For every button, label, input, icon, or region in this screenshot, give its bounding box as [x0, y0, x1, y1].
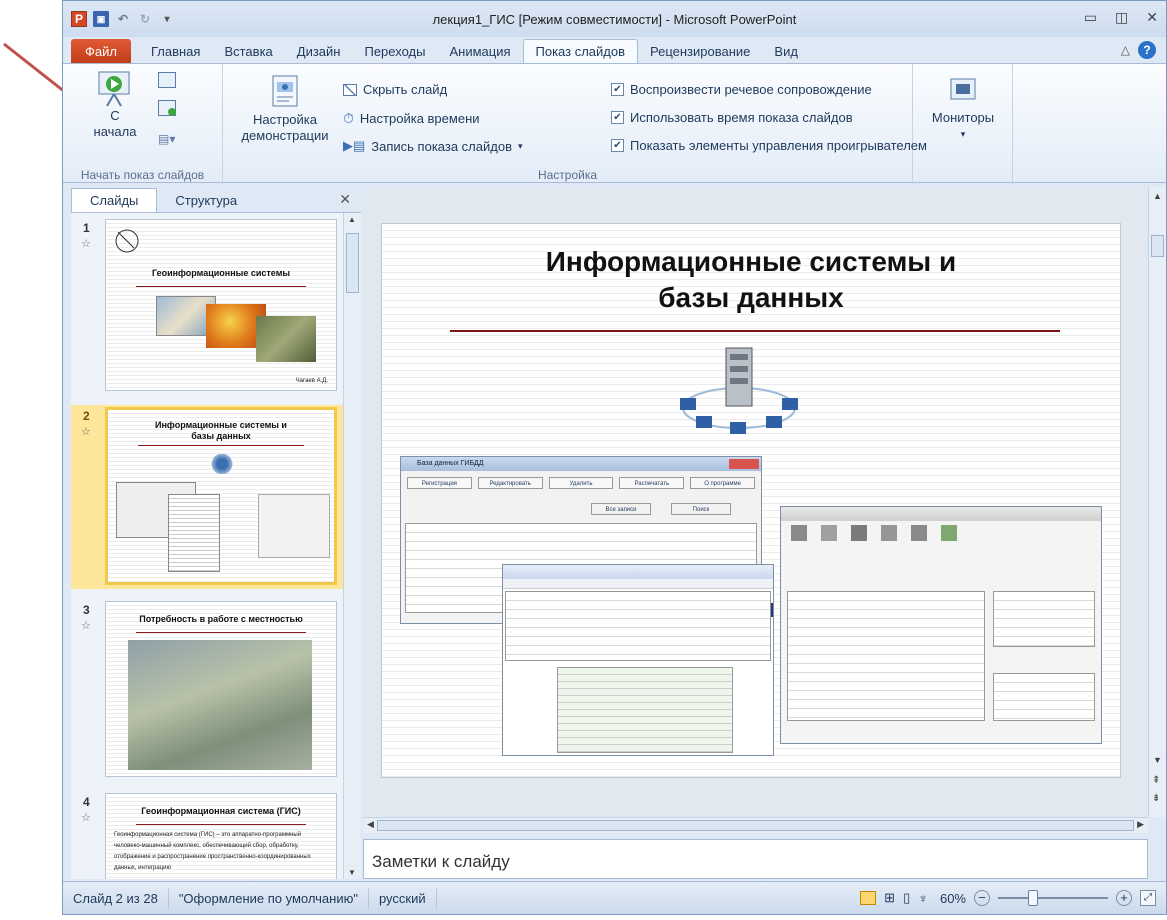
app-window-screenshot[interactable] — [502, 564, 774, 756]
tab-review[interactable]: Рецензирование — [638, 39, 762, 63]
tab-design[interactable]: Дизайн — [285, 39, 353, 63]
tab-home[interactable]: Главная — [139, 39, 212, 63]
slide-title[interactable]: Информационные системы и базы данных — [382, 244, 1120, 316]
from-current-slide-icon[interactable] — [158, 72, 176, 88]
slide-thumbnail-4[interactable]: 4 ☆ Геоинформационная система (ГИС) Геои… — [71, 791, 343, 879]
normal-view-icon[interactable] — [860, 891, 877, 905]
broadcast-icon[interactable] — [158, 100, 176, 116]
maximize-icon[interactable]: ◫ — [1115, 9, 1128, 26]
tab-slide-show[interactable]: Показ слайдов — [522, 39, 639, 63]
fit-to-window-icon[interactable]: ⤢ — [1140, 890, 1156, 906]
help-icon[interactable]: ? — [1138, 41, 1156, 59]
title-bar: P ▣ ↶ ↻ ▾ лекция1_ГИС [Режим совместимос… — [63, 1, 1166, 37]
tab-insert[interactable]: Вставка — [212, 39, 284, 63]
previous-slide-icon[interactable]: ⇞ — [1152, 775, 1160, 786]
close-icon[interactable]: ✕ — [1146, 9, 1158, 26]
collapse-ribbon-icon[interactable]: △ — [1121, 43, 1130, 57]
zoom-slider-thumb[interactable] — [1028, 890, 1038, 906]
database-network-image[interactable] — [674, 342, 804, 438]
slide-editor: Информационные системы и базы данных Баз… — [363, 187, 1148, 817]
checkbox-icon: ✔ — [611, 139, 624, 152]
satellite-icon — [115, 229, 139, 253]
setup-show-icon — [272, 75, 298, 107]
monitor-icon — [950, 78, 976, 100]
zoom-level[interactable]: 60% — [940, 891, 966, 906]
from-start-button[interactable]: С начала — [87, 70, 143, 140]
network-image — [208, 454, 236, 474]
hide-slide-button[interactable]: Скрыть слайд — [343, 82, 447, 97]
tab-view[interactable]: Вид — [762, 39, 810, 63]
slide-counter: Слайд 2 из 28 — [63, 888, 169, 908]
ribbon: С начала ▤▾ Начать показ слайдов Настрой… — [63, 63, 1166, 184]
zoom-slider[interactable] — [998, 890, 1108, 906]
transition-star-icon: ☆ — [81, 238, 91, 250]
group-start-slide-show: С начала ▤▾ Начать показ слайдов — [63, 64, 223, 184]
record-icon: ▶▤ — [343, 138, 366, 153]
transition-star-icon: ☆ — [81, 620, 91, 632]
hide-slide-icon — [343, 83, 357, 96]
window-title: лекция1_ГИС [Режим совместимости] - Micr… — [432, 12, 797, 27]
slide-thumbnail-2[interactable]: 2 ☆ Информационные системы и базы данных — [71, 405, 343, 589]
group-monitors: Мониторы ▾ — [913, 64, 1013, 184]
slide-scrollbar[interactable]: ▲ ▼ ⇞ ⇟ — [1148, 187, 1166, 817]
zoom-in-icon[interactable]: + — [1116, 890, 1132, 906]
tab-transitions[interactable]: Переходы — [352, 39, 437, 63]
notes-pane[interactable]: Заметки к слайду — [363, 839, 1148, 879]
tab-animations[interactable]: Анимация — [437, 39, 522, 63]
group-label-start: Начать показ слайдов — [80, 168, 205, 182]
erp-window-image — [258, 494, 330, 558]
record-show-button[interactable]: ▶▤ Запись показа слайдов ▾ — [343, 138, 523, 154]
thumbnails-scrollbar[interactable]: ▲ ▼ — [343, 213, 361, 879]
transition-star-icon: ☆ — [81, 426, 91, 438]
setup-show-button[interactable]: Настройка демонстрации — [235, 74, 335, 144]
gis-aerial-image — [256, 316, 316, 362]
close-panel-icon[interactable]: ✕ — [339, 191, 351, 208]
slide-thumbnail-1[interactable]: 1 ☆ Геоинформационные системы Чагаев А.Д… — [71, 217, 343, 395]
slides-panel: Слайды Структура ✕ 1 ☆ Геоинформационные… — [71, 187, 361, 879]
reading-view-icon[interactable]: ▯ — [903, 890, 910, 906]
play-narrations-checkbox[interactable]: ✔ Воспроизвести речевое сопровождение — [611, 82, 872, 97]
slide-show-icon[interactable]: ♆ — [918, 891, 928, 906]
projector-screen-icon — [98, 71, 130, 107]
use-timings-checkbox[interactable]: ✔ Использовать время показа слайдов — [611, 110, 853, 125]
tab-outline[interactable]: Структура — [157, 188, 255, 212]
status-bar: Слайд 2 из 28 "Оформление по умолчанию" … — [63, 881, 1166, 914]
monitors-button[interactable]: Мониторы ▾ — [923, 76, 1003, 142]
minimize-icon[interactable]: ▭ — [1084, 9, 1097, 26]
group-label-setup: Настройка — [537, 168, 598, 182]
next-slide-icon[interactable]: ⇟ — [1152, 793, 1160, 804]
powerpoint-window: P ▣ ↶ ↻ ▾ лекция1_ГИС [Режим совместимос… — [62, 0, 1167, 915]
ribbon-tabs: Файл Главная Вставка Дизайн Переходы Ани… — [63, 37, 1166, 63]
tactical-map-image — [128, 640, 312, 770]
transition-star-icon: ☆ — [81, 812, 91, 824]
zoom-out-icon[interactable]: − — [974, 890, 990, 906]
erp-window-screenshot[interactable] — [780, 506, 1102, 744]
app-window-image — [168, 494, 220, 572]
stopwatch-icon: ⏱ — [343, 110, 354, 126]
show-media-controls-checkbox[interactable]: ✔ Показать элементы управления проигрыва… — [611, 138, 927, 153]
slide-thumbnail-3[interactable]: 3 ☆ Потребность в работе с местностью — [71, 599, 343, 779]
tab-slides[interactable]: Слайды — [71, 188, 158, 212]
custom-show-icon[interactable]: ▤▾ — [158, 132, 182, 148]
group-setup: Настройка демонстрации Скрыть слайд ⏱ На… — [223, 64, 927, 184]
close-icon — [729, 459, 759, 469]
title-rule — [450, 330, 1060, 332]
current-slide[interactable]: Информационные системы и базы данных Баз… — [381, 223, 1121, 778]
rehearse-timings-button[interactable]: ⏱ Настройка времени — [343, 110, 480, 127]
language-indicator[interactable]: русский — [369, 888, 437, 908]
slide-thumbnails: 1 ☆ Геоинформационные системы Чагаев А.Д… — [71, 213, 343, 879]
slide-sorter-icon[interactable]: ⊞ — [884, 890, 895, 906]
horizontal-scrollbar[interactable]: ◀ ▶ — [363, 817, 1148, 833]
checkbox-icon: ✔ — [611, 111, 624, 124]
chevron-down-icon: ▾ — [960, 129, 966, 139]
checkbox-icon: ✔ — [611, 83, 624, 96]
chevron-down-icon: ▾ — [517, 140, 523, 151]
tab-file[interactable]: Файл — [71, 39, 131, 63]
theme-name[interactable]: "Оформление по умолчанию" — [169, 888, 369, 908]
